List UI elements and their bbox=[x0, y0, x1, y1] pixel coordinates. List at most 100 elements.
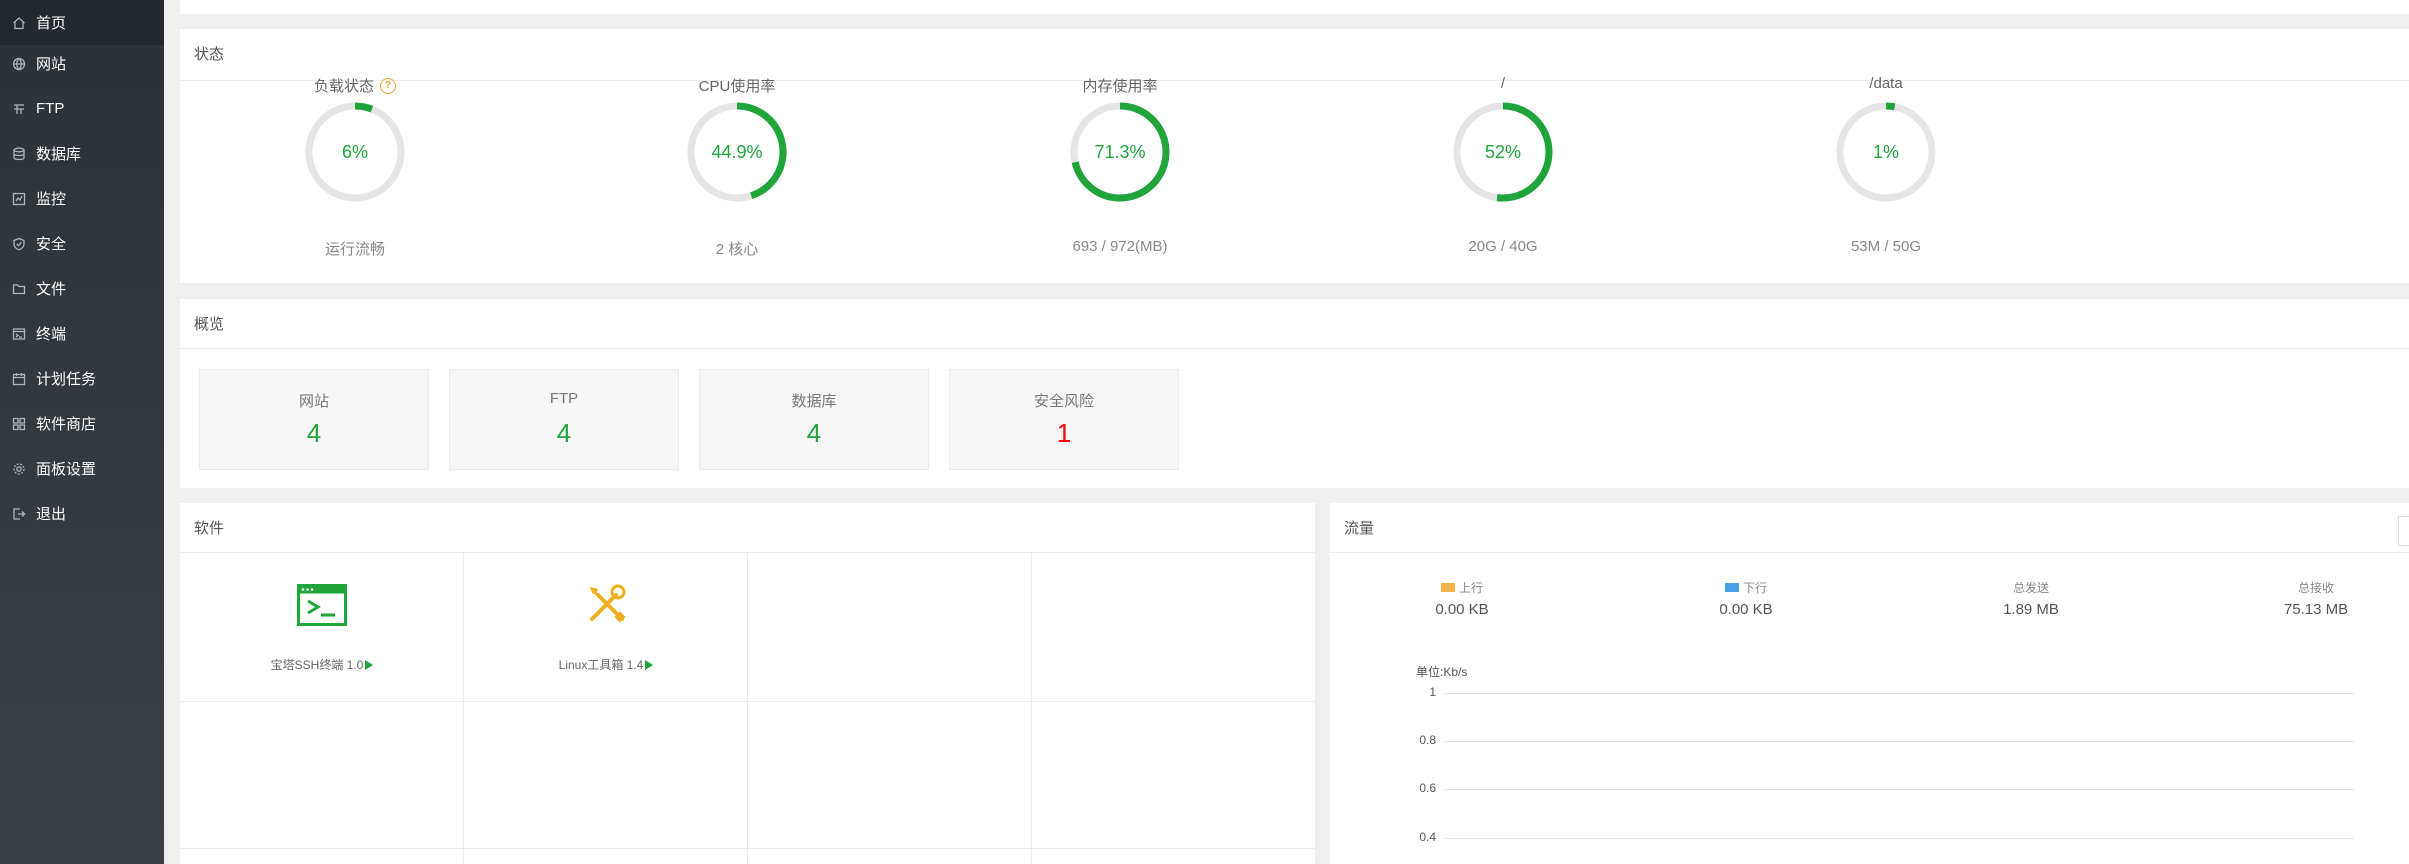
traffic-stat-upload-label: 上行 bbox=[1458, 581, 1483, 595]
database-icon bbox=[12, 147, 26, 161]
status-panel: 状态 负载状态 ? 6% 运行流畅 CPU使用率 44.9% 2 核心 内存使用… bbox=[180, 29, 2409, 283]
traffic-stat-label: 下行 bbox=[1656, 579, 1836, 596]
terminal-icon bbox=[12, 327, 26, 341]
grid-line bbox=[1031, 553, 1032, 864]
gauge-memory-label: 内存使用率 bbox=[1082, 78, 1158, 95]
chart-grid-line bbox=[1444, 789, 2354, 790]
chart-grid-line bbox=[1444, 693, 2354, 694]
card-label: 安全风险 bbox=[1033, 393, 1094, 410]
divider bbox=[180, 348, 2409, 349]
sidebar-item-app-store[interactable]: 软件商店 bbox=[0, 401, 164, 446]
traffic-stat-value: 1.89 MB bbox=[2003, 601, 2059, 618]
traffic-stat-label: 总接收 bbox=[2297, 581, 2334, 595]
sidebar-item-label: 安全 bbox=[36, 236, 67, 253]
overview-card-security-risk[interactable]: 安全风险 1 bbox=[949, 369, 1179, 470]
traffic-panel-title: 流量 bbox=[1344, 520, 1375, 537]
gauge-subtitle: 运行流畅 bbox=[324, 241, 385, 258]
folder-icon bbox=[12, 282, 26, 296]
gauge-label: 负载状态 ? bbox=[280, 75, 430, 96]
sidebar-item-terminal[interactable]: 终端 bbox=[0, 311, 164, 356]
traffic-stat-label: 上行 bbox=[1372, 579, 1552, 596]
y-tick-label: 0.4 bbox=[1419, 830, 1436, 844]
sidebar-item-label: 文件 bbox=[36, 281, 67, 298]
sidebar-item-cron[interactable]: 计划任务 bbox=[0, 356, 164, 401]
software-panel-title: 软件 bbox=[194, 520, 225, 537]
sidebar-item-monitor[interactable]: 监控 bbox=[0, 176, 164, 221]
sidebar-item-label: 面板设置 bbox=[36, 461, 97, 478]
sidebar-item-label: 监控 bbox=[36, 191, 67, 208]
gauge-value: 44.9% bbox=[711, 142, 763, 162]
sidebar-item-label: 首页 bbox=[36, 15, 67, 32]
home-icon bbox=[12, 16, 26, 30]
overview-panel-title: 概览 bbox=[194, 316, 225, 333]
sidebar-item-label: 终端 bbox=[36, 326, 67, 343]
card-label: FTP bbox=[549, 390, 579, 407]
card-value: 1 bbox=[1056, 418, 1072, 448]
grid-line bbox=[180, 701, 1315, 702]
gauge-value: 52% bbox=[1484, 142, 1522, 162]
software-name: 宝塔SSH终端 1.0 bbox=[270, 658, 364, 672]
sidebar-item-home[interactable]: 首页 bbox=[0, 0, 164, 45]
traffic-stat-download-label: 下行 bbox=[1742, 581, 1767, 595]
chart-unit-label: 单位:Kb/s bbox=[1416, 665, 1468, 679]
software-name: Linux工具箱 1.4 bbox=[558, 658, 644, 672]
sidebar-item-label: 计划任务 bbox=[36, 371, 97, 388]
shield-icon bbox=[12, 237, 26, 251]
sidebar: 首页 网站 FTP 数据库 监控 安全 文件 终端 计划任务 软件商店 面板设置 bbox=[0, 0, 164, 864]
card-value: 4 bbox=[556, 418, 572, 448]
grid-line bbox=[747, 553, 748, 864]
legend-swatch-download bbox=[1724, 583, 1739, 592]
overview-card-websites[interactable]: 网站 4 bbox=[199, 369, 429, 470]
ftp-icon bbox=[12, 102, 26, 116]
gauge-subtitle: 2 核心 bbox=[715, 241, 759, 258]
gauge-disk-data-label: /data bbox=[1869, 75, 1903, 92]
sidebar-item-database[interactable]: 数据库 bbox=[0, 131, 164, 176]
traffic-stat-value: 75.13 MB bbox=[2283, 601, 2349, 618]
divider bbox=[1330, 552, 2409, 553]
help-icon[interactable]: ? bbox=[380, 77, 396, 94]
gauge-value: 6% bbox=[341, 142, 368, 162]
tools-icon bbox=[590, 584, 626, 623]
ssh-terminal-icon bbox=[297, 584, 347, 626]
sidebar-item-label: FTP bbox=[36, 100, 65, 117]
sidebar-item-label: 网站 bbox=[36, 56, 67, 73]
sidebar-item-website[interactable]: 网站 bbox=[0, 41, 164, 86]
divider bbox=[180, 80, 2409, 81]
y-tick-label: 0.8 bbox=[1419, 733, 1436, 747]
card-label: 网站 bbox=[298, 393, 329, 410]
grid-line bbox=[180, 848, 1315, 849]
software-panel: 软件 宝塔SSH终端 1.0 Linux工具箱 1.4 bbox=[180, 503, 1315, 864]
software-label: Linux工具箱 1.4 bbox=[464, 656, 748, 673]
software-label: 宝塔SSH终端 1.0 bbox=[180, 656, 464, 673]
gauge-subtitle: 693 / 972(MB) bbox=[1072, 238, 1168, 255]
overview-card-database[interactable]: 数据库 4 bbox=[699, 369, 929, 470]
legend-swatch-upload bbox=[1440, 583, 1455, 592]
gauge-disk-root-label: / bbox=[1500, 75, 1506, 92]
sidebar-item-files[interactable]: 文件 bbox=[0, 266, 164, 311]
card-label: 数据库 bbox=[791, 393, 837, 410]
logout-icon bbox=[12, 507, 26, 521]
sidebar-item-security[interactable]: 安全 bbox=[0, 221, 164, 266]
play-icon[interactable] bbox=[645, 659, 654, 670]
status-panel-title: 状态 bbox=[194, 46, 225, 63]
sidebar-item-label: 数据库 bbox=[36, 146, 82, 163]
calendar-icon bbox=[12, 372, 26, 386]
gauge-subtitle: 53M / 50G bbox=[1850, 238, 1922, 255]
overview-card-ftp[interactable]: FTP 4 bbox=[449, 369, 679, 470]
y-tick-label: 0.6 bbox=[1419, 781, 1436, 795]
card-value: 4 bbox=[806, 418, 822, 448]
apps-icon bbox=[12, 417, 26, 431]
gauge-subtitle: 20G / 40G bbox=[1468, 238, 1538, 255]
globe-icon bbox=[12, 57, 26, 71]
gauge-value: 71.3% bbox=[1094, 142, 1146, 162]
gauge-load-label: 负载状态 bbox=[313, 78, 374, 95]
sidebar-item-ftp[interactable]: FTP bbox=[0, 86, 164, 131]
sidebar-item-settings[interactable]: 面板设置 bbox=[0, 446, 164, 491]
play-icon[interactable] bbox=[365, 659, 374, 670]
traffic-stat-value: 0.00 KB bbox=[1719, 601, 1773, 618]
side-tab-handle[interactable] bbox=[2398, 516, 2409, 546]
sidebar-item-logout[interactable]: 退出 bbox=[0, 491, 164, 536]
y-tick-label: 1 bbox=[1429, 685, 1436, 699]
gauge-value: 1% bbox=[1872, 142, 1899, 162]
traffic-stat-label: 总发送 bbox=[2012, 581, 2049, 595]
